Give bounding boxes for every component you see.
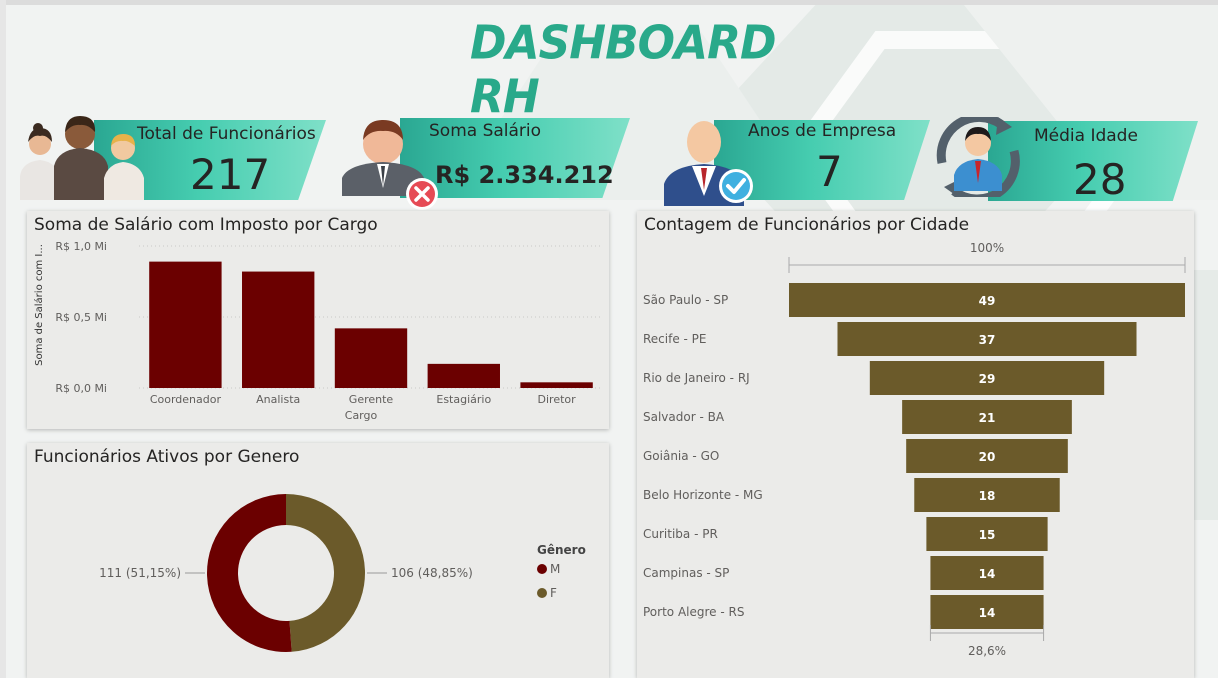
x-tick-label: Coordenador [150,393,222,406]
city-chart-panel: Contagem de Funcionários por Cidade 100%… [637,211,1194,678]
city-funnel-chart: 100% 49 São Paulo - SP 37 Recife - PE 29 Rio d… [643,241,1186,658]
funnel-value: 14 [979,606,996,620]
top-border [0,0,1218,5]
kpi-value: R$ 2.334.212 [435,161,614,189]
x-axis-title: Cargo [345,409,378,422]
x-tick-label: Diretor [538,393,577,406]
funnel-value: 14 [979,567,996,581]
funnel-category: Curitiba - PR [643,527,718,541]
y-tick-label: R$ 0,0 Mi [55,382,107,395]
kpi-value: 28 [1073,155,1127,204]
funnel-category: Salvador - BA [643,410,725,424]
left-border [0,0,6,678]
funnel-value: 29 [979,372,996,386]
legend-label: F [550,586,557,600]
funnel-value: 37 [979,333,996,347]
kpi-soma-salario: Soma Salário R$ 2.334.212 [340,118,630,210]
legend-swatch [537,564,547,574]
donut-slice-F [286,494,366,652]
legend-swatch [537,588,547,598]
x-tick-label: Analista [256,393,300,406]
kpi-anos-empresa: Anos de Empresa 7 [664,120,934,206]
bar-1 [242,271,315,388]
kpi-label: Média Idade [1034,126,1138,146]
funnel-category: São Paulo - SP [643,293,728,307]
kpi-value: 217 [190,150,271,199]
funnel-value: 20 [979,450,996,464]
people-group-icon [20,116,144,200]
kpi-value: 7 [816,147,843,196]
legend-title: Gênero [537,543,586,557]
salary-chart-panel: Soma de Salário com Imposto por Cargo R$… [27,211,609,429]
manager-check-icon [664,121,753,206]
bar-4 [520,382,593,388]
gender-donut-chart: 111 (51,15%) 106 (48,85%) Gênero MF [99,494,586,652]
kpi-label: Total de Funcionários [137,124,316,144]
bar-2 [334,328,408,388]
dashboard-title: DASHBOARD RH [470,16,777,124]
funnel-category: Campinas - SP [643,566,729,580]
funnel-category: Goiânia - GO [643,449,719,463]
bar-0 [149,261,222,388]
funnel-value: 21 [979,411,996,425]
funnel-top-label: 100% [970,241,1004,255]
funnel-value: 15 [979,528,996,542]
legend-label: M [550,562,560,576]
funnel-bottom-label: 28,6% [968,644,1006,658]
funnel-value: 49 [979,294,996,308]
person-cycle-icon [936,117,1020,197]
x-tick-label: Gerente [349,393,394,406]
funnel-value: 18 [979,489,996,503]
kpi-label: Soma Salário [429,121,542,141]
y-axis-title: Soma de Salário com I... [33,244,45,366]
donut-slice-M [207,494,292,652]
kpi-total-funcionarios: Total de Funcionários 217 [14,116,334,200]
gender-chart-panel: Funcionários Ativos por Genero 111 (51,1… [27,443,609,678]
slice-label: 111 (51,15%) [99,566,181,580]
funnel-category: Rio de Janeiro - RJ [643,371,750,385]
funnel-category: Porto Alegre - RS [643,605,744,619]
funnel-category: Belo Horizonte - MG [643,488,763,502]
bar-3 [427,363,500,388]
funnel-category: Recife - PE [643,332,707,346]
salary-bar-chart: R$ 0,0 Mi R$ 0,5 Mi R$ 1,0 Mi Coordenador An… [33,240,603,422]
y-tick-label: R$ 0,5 Mi [55,311,107,324]
x-tick-label: Estagiário [436,393,491,406]
kpi-label: Anos de Empresa [748,121,897,141]
slice-label: 106 (48,85%) [391,566,473,580]
y-tick-label: R$ 1,0 Mi [55,240,107,253]
kpi-media-idade: Média Idade 28 [932,117,1202,204]
